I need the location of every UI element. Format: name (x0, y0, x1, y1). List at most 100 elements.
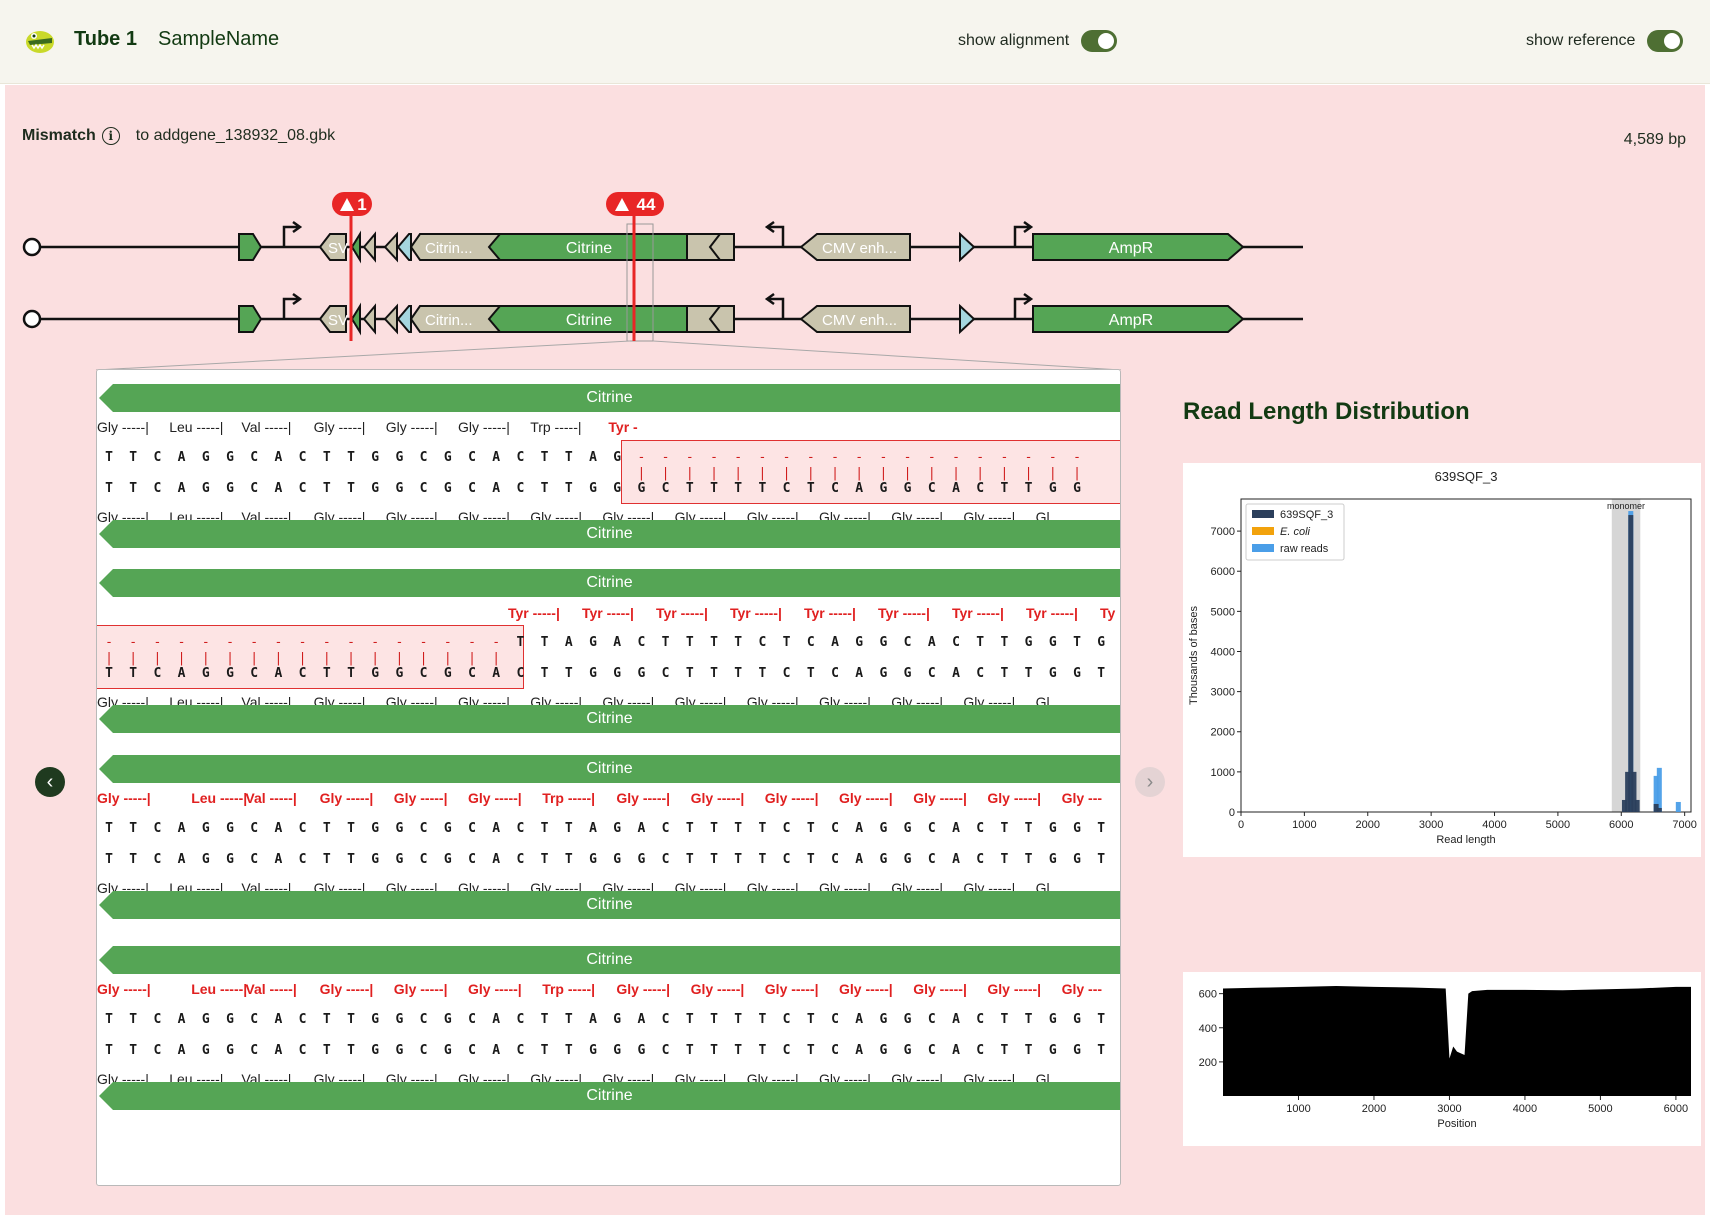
feature-bar-citrine[interactable]: Citrine (99, 1082, 1120, 1110)
nucleotide: A (952, 1043, 960, 1058)
promoter-arrow-icon (282, 292, 303, 319)
nucleotide: A (274, 450, 283, 465)
nucleotide: - (105, 635, 113, 650)
nucleotide: C (758, 635, 767, 650)
nucleotide: - (250, 635, 259, 650)
feature-label: Citrin... (425, 240, 473, 257)
x-tick-label: 5000 (1546, 819, 1570, 831)
read-length-chart: 639SQF_3 monomer 0 1000 2000 3000 4000 5000 6000… (1183, 463, 1701, 857)
nucleotide: G (903, 852, 912, 867)
sequence-alignment-viewer[interactable]: Citrine Gly -----| Leu -----| Val -----| Gly… (96, 369, 1121, 1186)
nucleotide: A (952, 1012, 960, 1027)
feature-marker[interactable] (959, 231, 976, 263)
amino-acid: Gly -----| (319, 981, 374, 997)
next-button[interactable]: › (1135, 767, 1165, 797)
nucleotide: T (322, 481, 331, 496)
warning-badge-1[interactable]: 1 (332, 192, 372, 216)
sequence-reference: TTCAGGCACTTGGCGCACTTGGGCTTTTCTCAGGCACTTG… (97, 852, 1120, 870)
origin-circle[interactable] (22, 237, 42, 257)
nucleotide: T (322, 450, 331, 465)
nucleotide: G (613, 666, 622, 681)
nucleotide: A (855, 666, 864, 681)
nucleotide: T (734, 821, 743, 836)
nucleotide: - (734, 450, 743, 465)
feature-bar-citrine[interactable]: Citrine (99, 520, 1120, 548)
nucleotide: C (927, 481, 936, 496)
feature-bar-citrine[interactable]: Citrine (99, 384, 1120, 412)
nucleotide: C (831, 1012, 839, 1027)
nucleotide: C (153, 821, 162, 836)
nucleotide: T (564, 1043, 573, 1058)
amino-acid: Gly -----| (987, 790, 1042, 806)
match-tick: | (952, 466, 960, 481)
feature-marker[interactable] (362, 303, 376, 335)
y-tick-label: 1000 (1211, 767, 1235, 779)
nucleotide: C (782, 481, 791, 496)
nucleotide: T (782, 635, 791, 650)
feature-bar-citrine[interactable]: Citrine (99, 569, 1120, 597)
nucleotide: A (492, 852, 501, 867)
nucleotide: T (105, 1043, 113, 1058)
info-icon[interactable]: i (101, 127, 120, 145)
nucleotide: G (1113, 666, 1120, 681)
y-tick-label: 400 (1199, 1023, 1217, 1035)
feature-marker[interactable] (383, 231, 398, 263)
nucleotide: C (927, 1012, 936, 1027)
nucleotide: T (540, 1043, 549, 1058)
nucleotide: T (710, 1012, 718, 1027)
warning-badge-44[interactable]: 44 (606, 192, 664, 216)
feature-marker[interactable] (383, 303, 398, 335)
nucleotide: C (637, 635, 646, 650)
nucleotide: G (589, 635, 597, 650)
match-tick: | (129, 651, 138, 666)
promoter-arrow-icon (1013, 220, 1034, 247)
nucleotide: A (613, 635, 622, 650)
show-reference-toggle[interactable] (1647, 30, 1684, 52)
warning-count: 1 (357, 195, 366, 214)
feature-label: CMV enh... (822, 240, 897, 257)
nucleotide: A (564, 635, 573, 650)
nucleotide: C (419, 852, 428, 867)
amino-acid: Ty (1100, 605, 1116, 621)
nucleotide: T (129, 1043, 138, 1058)
coverage-plot: 200 400 600 1000 2000 3000 4000 5000 6000 Positio… (1199, 985, 1691, 1130)
match-tick: | (250, 651, 259, 666)
match-tick: | (758, 466, 767, 481)
nucleotide: G (1073, 666, 1081, 681)
nucleotide: A (274, 852, 283, 867)
nucleotide: A (177, 1043, 186, 1058)
nucleotide: C (419, 1012, 428, 1027)
nucleotide: G (613, 450, 622, 465)
feature-bar-citrine[interactable]: Citrine (99, 705, 1120, 733)
feature-arrow[interactable] (238, 305, 263, 333)
show-alignment-toggle[interactable] (1081, 30, 1118, 52)
show-reference-label: show reference (1526, 32, 1636, 49)
feature-marker[interactable] (396, 233, 412, 261)
nucleotide: T (347, 1043, 355, 1058)
previous-button[interactable]: ‹ (35, 767, 65, 797)
feature-bar-citrine[interactable]: Citrine (99, 946, 1120, 974)
match-tick: | (347, 651, 355, 666)
nucleotide: T (1097, 666, 1106, 681)
nucleotide: C (153, 666, 162, 681)
amino-acid: Gly -----| (616, 790, 671, 806)
feature-marker[interactable] (362, 231, 376, 263)
amino-acid: Trp -----| (542, 981, 596, 997)
match-tick: | (468, 651, 476, 666)
sample-name: SampleName (158, 28, 280, 50)
origin-circle[interactable] (22, 309, 42, 329)
feature-marker[interactable] (959, 303, 976, 335)
nucleotide: G (637, 852, 646, 867)
feature-arrow[interactable] (238, 233, 263, 261)
nucleotide: G (395, 852, 404, 867)
nucleotide: G (395, 1043, 404, 1058)
feature-bar-citrine[interactable]: Citrine (99, 891, 1120, 919)
amino-acid: Gly -----| (313, 419, 366, 435)
nucleotide: G (589, 1043, 597, 1058)
feature-marker[interactable] (396, 305, 412, 333)
feature-bar-citrine[interactable]: Citrine (99, 755, 1120, 783)
nucleotide: C (298, 1012, 307, 1027)
nucleotide: G (201, 481, 210, 496)
histogram-bar (1656, 807, 1662, 812)
sequence-read: TTCAGGCACTTGGCGCACTTAGACTTTTCTCAGGCACTTG… (97, 821, 1120, 839)
